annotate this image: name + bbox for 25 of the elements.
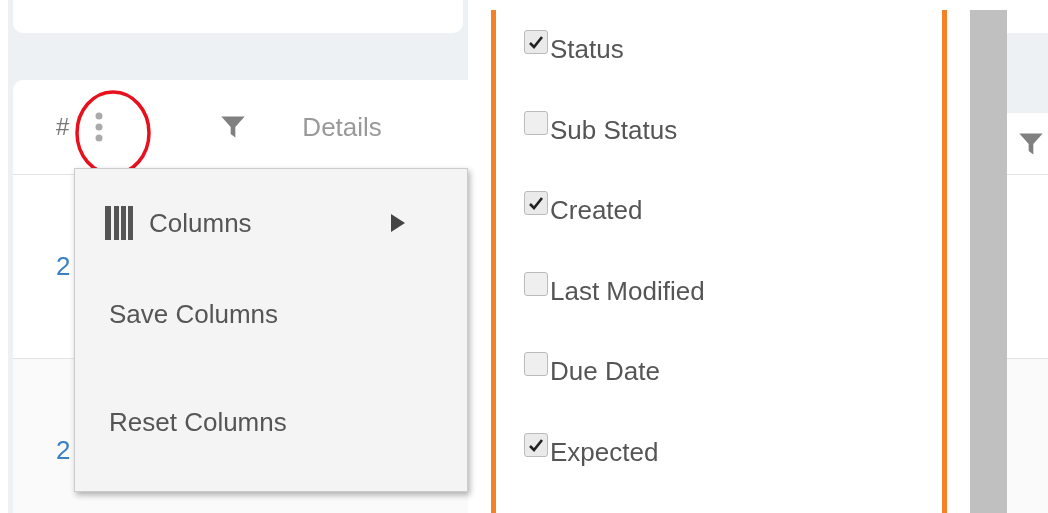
column-header: Details: [302, 110, 382, 144]
option-label[interactable]: Last Modified: [550, 275, 705, 306]
option-label[interactable]: Due Date: [550, 356, 660, 386]
menu-item[interactable]: Save Columns: [75, 260, 467, 368]
option-label[interactable]: Sub Status: [550, 114, 678, 145]
menu-item[interactable]: Reset Columns: [75, 368, 467, 476]
table-cell[interactable]: 2: [56, 247, 71, 286]
scrollbar[interactable]: [970, 10, 1007, 513]
checkbox[interactable]: [524, 271, 548, 296]
checkbox[interactable]: [524, 432, 548, 457]
more-options-icon[interactable]: [95, 112, 104, 142]
option-label[interactable]: Expected: [550, 436, 659, 467]
column-header: #: [56, 112, 70, 142]
menu-item[interactable]: Columns: [75, 186, 467, 260]
option-label[interactable]: Status: [550, 34, 624, 64]
checkbox[interactable]: [524, 110, 548, 135]
option-label[interactable]: Created: [550, 195, 643, 225]
caret-right-icon: [391, 214, 405, 232]
columns-icon: [105, 206, 133, 240]
checkbox[interactable]: [524, 30, 548, 54]
checkmark-icon: [528, 195, 544, 211]
checkbox[interactable]: [524, 352, 548, 376]
table-cell[interactable]: 2: [56, 431, 71, 470]
checkmark-icon: [528, 34, 544, 50]
checkbox[interactable]: [524, 191, 548, 215]
